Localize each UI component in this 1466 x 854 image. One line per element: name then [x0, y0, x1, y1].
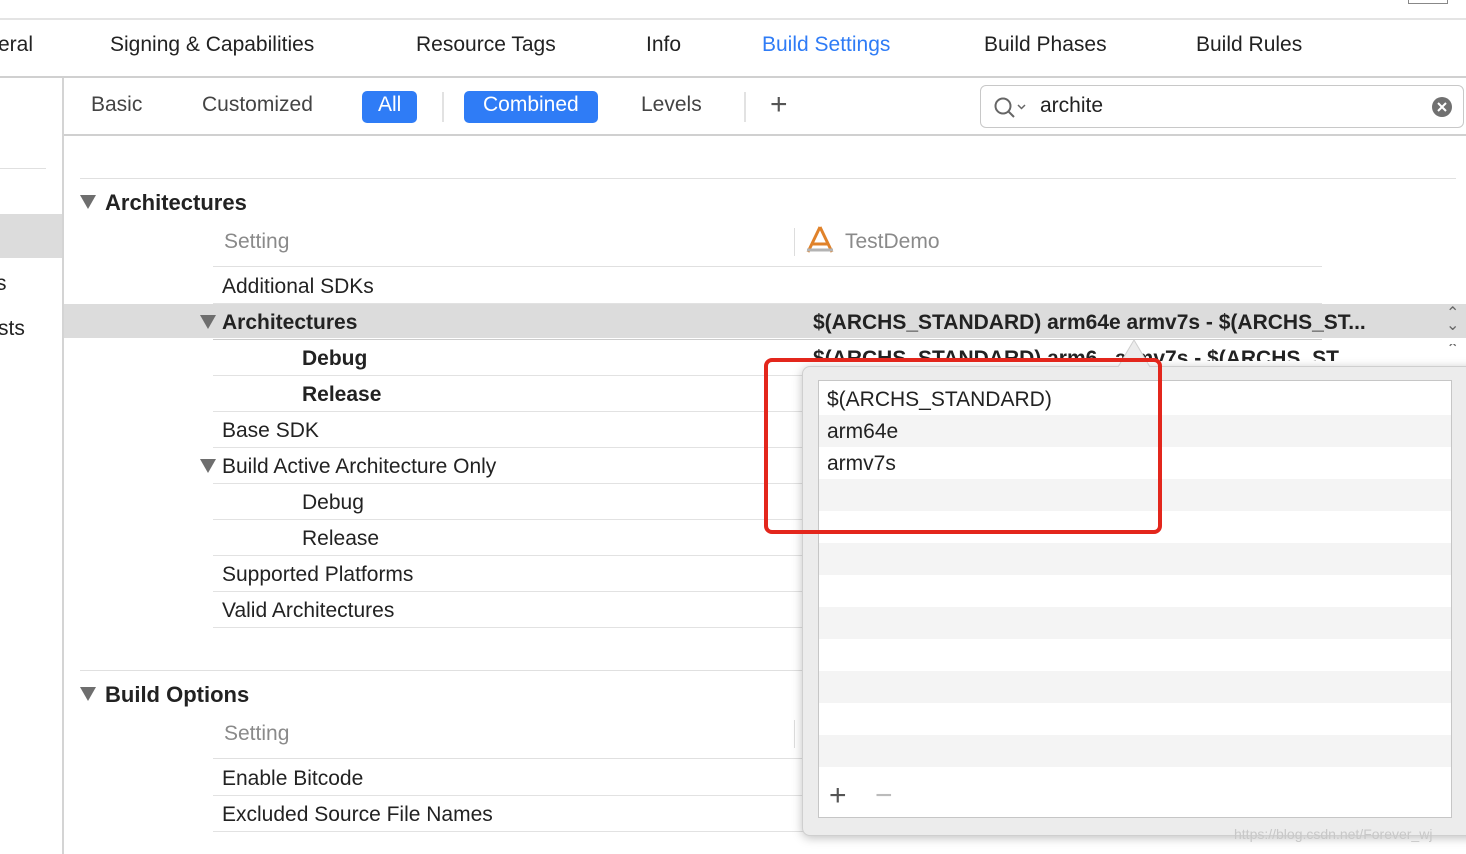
remove-item-button[interactable]: −: [875, 781, 893, 811]
annotation-highlight-box: [764, 358, 1162, 534]
add-item-button[interactable]: +: [829, 781, 847, 811]
header-divider: [213, 266, 1322, 267]
tabbar-divider: [0, 76, 1466, 78]
setting-row[interactable]: Additional SDKs: [213, 268, 1322, 304]
filter-all[interactable]: All: [362, 91, 418, 123]
watermark: https://blog.csdn.net/Forever_wj: [1234, 826, 1433, 842]
disclosure-triangle-icon[interactable]: [80, 195, 96, 209]
setting-label: Architectures: [222, 311, 358, 334]
column-header-target: TestDemo: [845, 230, 940, 253]
column-header-setting: Setting: [224, 722, 290, 745]
app-target-icon: [806, 226, 834, 253]
sidebar-item[interactable]: s: [0, 272, 7, 296]
filter-separator: [744, 92, 746, 122]
filter-bar-divider: [64, 134, 1466, 136]
search-input[interactable]: archite: [1040, 94, 1103, 118]
section-title: Build Options: [105, 682, 250, 707]
panel-icon[interactable]: [1408, 0, 1448, 4]
disclosure-triangle-icon[interactable]: [200, 315, 216, 329]
disclosure-triangle-icon[interactable]: [200, 459, 216, 473]
clear-search-icon[interactable]: [1431, 96, 1453, 118]
tab-general[interactable]: eral: [0, 33, 33, 57]
tab-build-phases[interactable]: Build Phases: [984, 33, 1107, 57]
setting-label: Debug: [302, 491, 364, 514]
sidebar-item-selected[interactable]: [0, 214, 62, 258]
setting-label: Excluded Source File Names: [222, 803, 493, 826]
setting-label: Release: [302, 527, 380, 550]
setting-value[interactable]: $(ARCHS_STANDARD) arm64e armv7s - $(ARCH…: [813, 311, 1366, 335]
setting-label: Valid Architectures: [222, 599, 395, 622]
sidebar-divider: [0, 168, 46, 169]
disclosure-triangle-icon[interactable]: [80, 687, 96, 701]
setting-label: Enable Bitcode: [222, 767, 364, 790]
tab-signing-capabilities[interactable]: Signing & Capabilities: [110, 33, 314, 57]
search-field[interactable]: archite: [980, 85, 1464, 128]
stepper-icon[interactable]: ⌃ ⌄: [1446, 344, 1459, 362]
setting-label: Additional SDKs: [222, 275, 374, 298]
tab-build-settings[interactable]: Build Settings: [762, 33, 890, 57]
stepper-icon[interactable]: ⌃ ⌄: [1446, 306, 1459, 334]
setting-label: Debug: [302, 347, 368, 370]
filter-levels[interactable]: Levels: [641, 93, 702, 117]
filter-separator: [442, 92, 444, 122]
sidebar-border: [62, 78, 64, 854]
setting-label: Build Active Architecture Only: [222, 455, 497, 478]
tab-build-rules[interactable]: Build Rules: [1196, 33, 1302, 57]
sidebar-item[interactable]: sts: [0, 317, 25, 341]
tab-resource-tags[interactable]: Resource Tags: [416, 33, 556, 57]
column-separator: [794, 228, 795, 256]
search-icon[interactable]: [993, 96, 1027, 120]
window-top-divider: [0, 18, 1466, 20]
section-title: Architectures: [105, 190, 247, 215]
filter-customized[interactable]: Customized: [202, 93, 313, 117]
setting-label: Supported Platforms: [222, 563, 414, 586]
setting-label: Release: [302, 383, 382, 406]
setting-label: Base SDK: [222, 419, 319, 442]
column-header-setting: Setting: [224, 230, 290, 253]
filter-combined[interactable]: Combined: [464, 91, 598, 123]
tab-info[interactable]: Info: [646, 33, 681, 57]
section-divider: [80, 178, 1456, 179]
filter-basic[interactable]: Basic: [91, 93, 142, 117]
column-separator: [794, 720, 795, 748]
add-setting-button[interactable]: +: [770, 88, 788, 122]
